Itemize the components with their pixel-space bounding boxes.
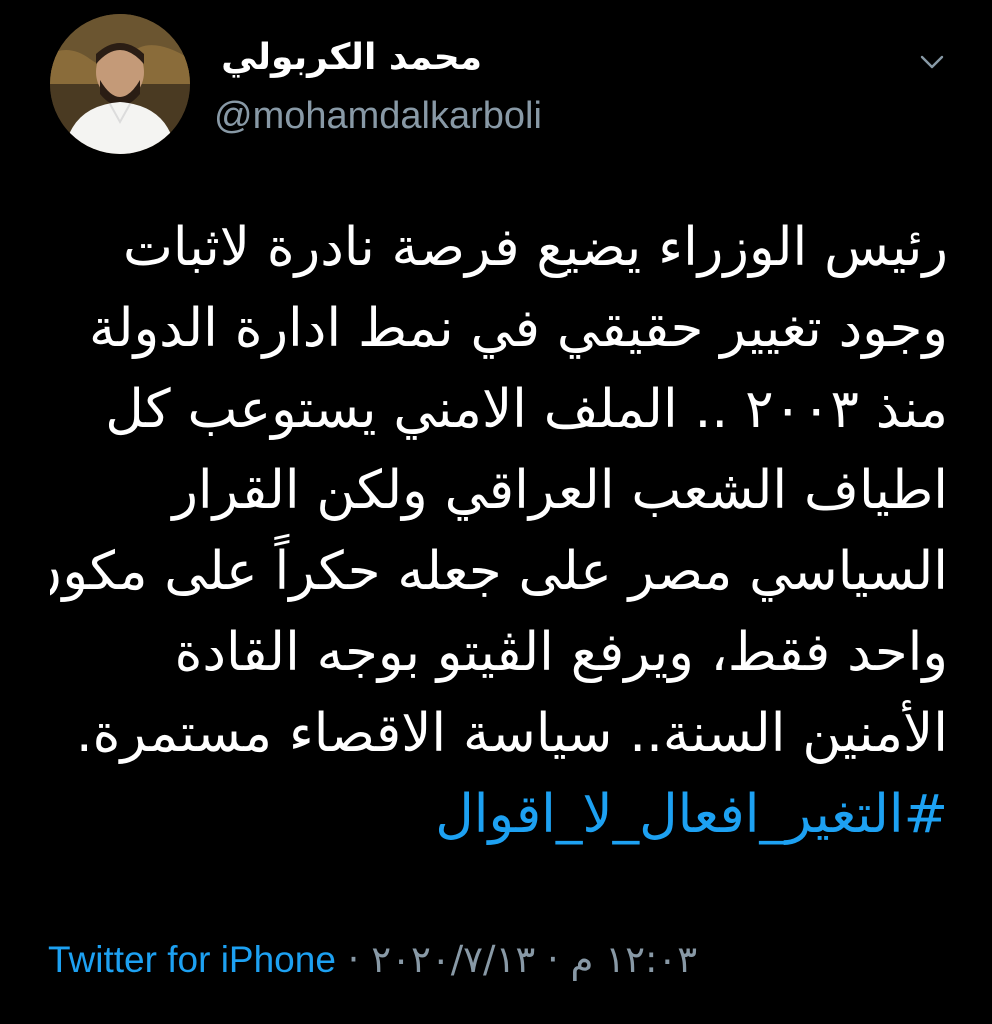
meta-separator: · — [547, 938, 559, 981]
tweet-line: واحد فقط، ويرفع الڤيتو بوجه القادة — [174, 622, 948, 683]
display-name[interactable]: محمد الكربولي — [214, 34, 482, 82]
tweet-meta: Twitter for iPhone · ٢٠٢٠/٧/١٣ · ١٢:٠٣ م — [48, 930, 948, 990]
tweet-line: وجود تغيير حقيقي في نمط ادارة الدولة — [89, 298, 948, 359]
chevron-down-icon — [920, 55, 944, 69]
profile-photo-icon — [50, 14, 190, 154]
tweet-date[interactable]: ٢٠٢٠/٧/١٣ — [371, 930, 535, 990]
source-link[interactable]: Twitter for iPhone — [48, 939, 336, 980]
tweet-line: الأمنين السنة.. سياسة الاقصاء مستمرة. — [75, 703, 948, 764]
tweet-line: منذ ٢٠٠٣ .. الملف الامني يستوعب كل — [105, 379, 948, 440]
tweet-menu-button[interactable] — [914, 44, 950, 80]
avatar[interactable] — [50, 14, 190, 154]
tweet-text: رئيس الوزراء يضيع فرصة نادرة لاثبات وجود… — [50, 207, 948, 855]
tweet-line: السياسي مصر على جعله حكراً على مكون — [50, 541, 948, 602]
user-handle[interactable]: @mohamdalkarboli — [214, 92, 542, 140]
hashtag-link[interactable]: #التغير_افعال_لا_اقوال — [50, 774, 948, 855]
tweet-line: اطياف الشعب العراقي ولكن القرار — [172, 460, 948, 521]
meta-separator: · — [347, 938, 360, 981]
tweet-time[interactable]: ١٢:٠٣ م — [571, 930, 698, 990]
tweet-card: محمد الكربولي @mohamdalkarboli رئيس الوز… — [0, 0, 992, 1024]
tweet-line: رئيس الوزراء يضيع فرصة نادرة لاثبات — [122, 217, 948, 278]
